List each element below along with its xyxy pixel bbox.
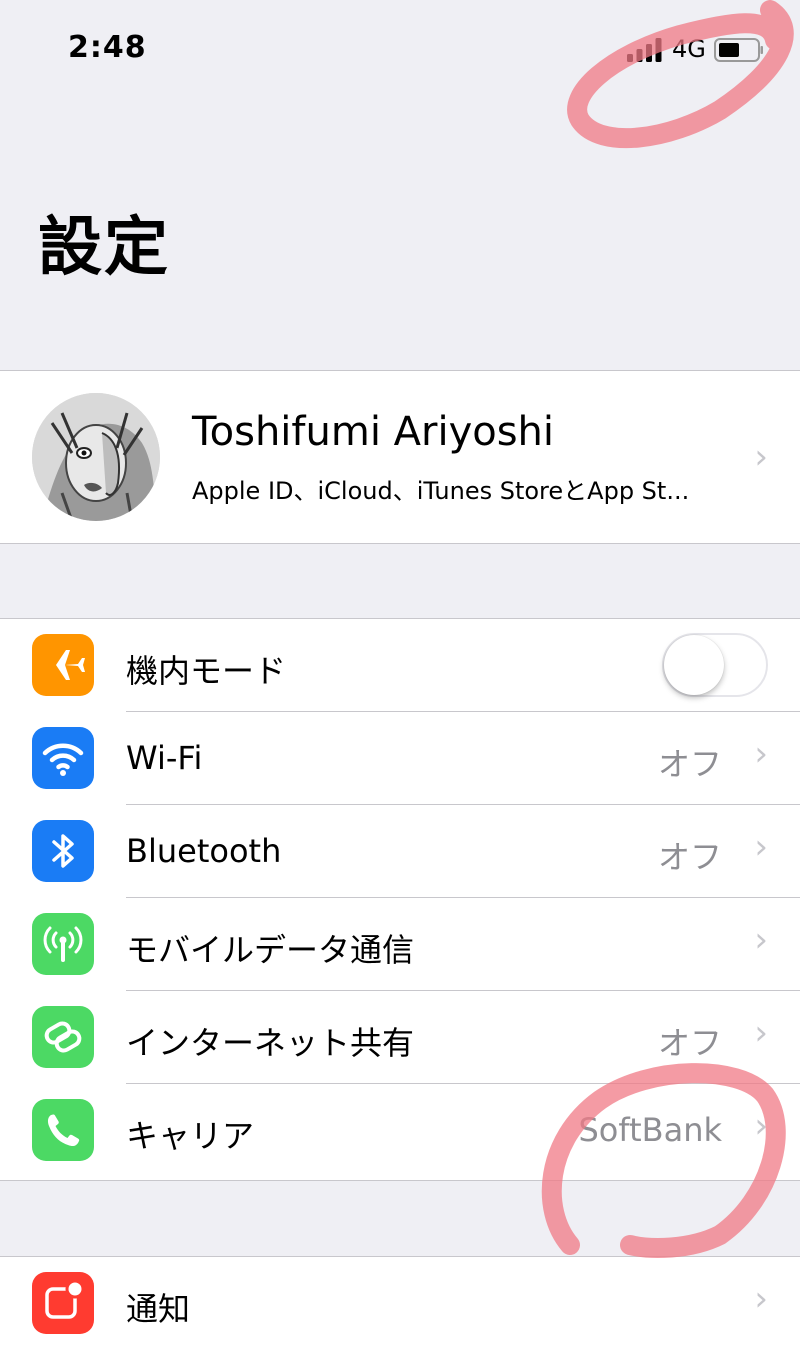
settings-row-label: 機内モード [126,652,287,690]
chevron-right-icon: › [754,1106,768,1146]
antenna-icon [32,913,94,975]
settings-row-value: オフ [657,838,722,876]
airplane-icon [32,634,94,696]
toggle-knob [664,635,724,695]
settings-row-airplane-mode[interactable]: 機内モード [0,619,800,712]
apple-id-profile-row[interactable]: Toshifumi Ariyoshi Apple ID、iCloud、iTune… [0,370,800,544]
network-type: 4G [672,35,706,63]
page-title: 設定 [38,211,170,285]
settings-row-value: オフ [657,1024,722,1062]
chevron-right-icon: › [754,1013,768,1053]
settings-group-connectivity: 機内モード Wi-Fi オフ › Bluetooth オフ › モバイルデータ通… [0,618,800,1181]
settings-row-wifi[interactable]: Wi-Fi オフ › [0,712,800,805]
status-time: 2:48 [68,30,147,65]
notification-icon [32,1272,94,1334]
profile-subtitle: Apple ID、iCloud、iTunes StoreとApp St... [192,477,690,505]
chevron-right-icon: › [754,734,768,774]
settings-row-label: 通知 [126,1290,191,1328]
profile-name: Toshifumi Ariyoshi [192,409,555,455]
chevron-right-icon: › [754,1279,768,1319]
settings-row-mobile-data[interactable]: モバイルデータ通信 › [0,898,800,991]
avatar-image [32,393,160,521]
settings-row-personal-hotspot[interactable]: インターネット共有 オフ › [0,991,800,1084]
settings-row-label: モバイルデータ通信 [126,931,415,969]
battery-icon [714,38,763,62]
settings-row-carrier[interactable]: キャリア SoftBank › [0,1084,800,1177]
airplane-mode-toggle[interactable] [662,633,768,697]
chevron-right-icon: › [754,827,768,867]
settings-row-label: Bluetooth [126,832,282,870]
hotspot-link-icon [32,1006,94,1068]
settings-row-bluetooth[interactable]: Bluetooth オフ › [0,805,800,898]
settings-row-label: Wi-Fi [126,739,203,777]
phone-icon [32,1099,94,1161]
chevron-right-icon: › [754,920,768,960]
settings-row-notifications[interactable]: 通知 › [0,1257,800,1350]
status-bar: 2:48 4G [0,0,800,100]
settings-group-notifications: 通知 › [0,1256,800,1356]
settings-row-value: オフ [657,745,722,783]
wifi-icon [32,727,94,789]
settings-row-value: SoftBank [578,1111,722,1149]
bluetooth-icon [32,820,94,882]
settings-row-label: キャリア [126,1117,255,1155]
avatar [32,393,160,521]
signal-bars-icon [627,38,662,62]
settings-row-label: インターネット共有 [126,1024,415,1062]
chevron-right-icon: › [754,437,768,477]
